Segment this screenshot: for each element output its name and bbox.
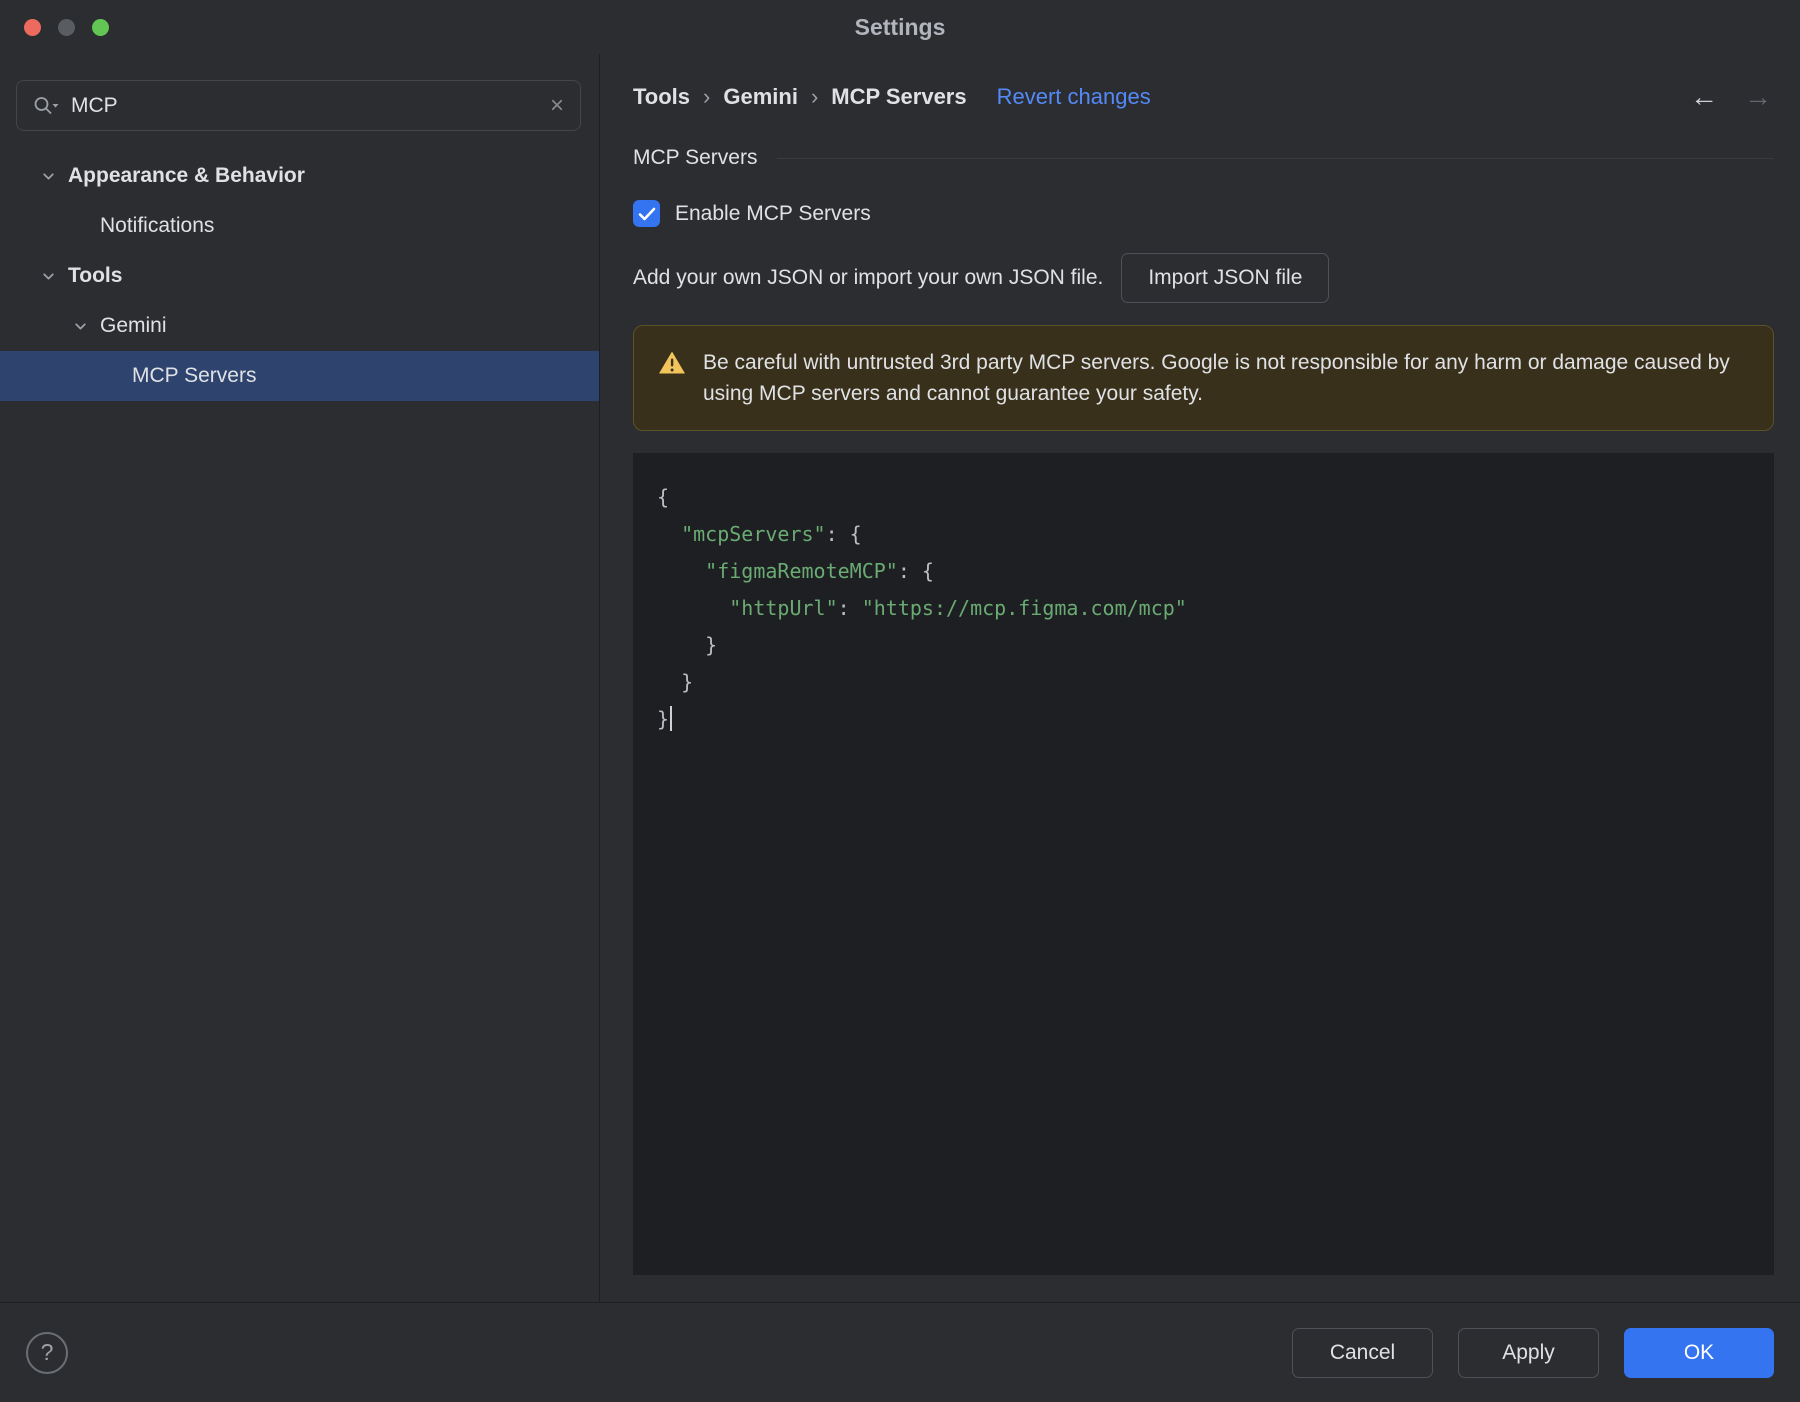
- warning-banner: Be careful with untrusted 3rd party MCP …: [633, 325, 1774, 431]
- code-line: }: [657, 701, 1750, 738]
- warning-text: Be careful with untrusted 3rd party MCP …: [703, 351, 1730, 405]
- add-json-row: Add your own JSON or import your own JSO…: [633, 253, 1774, 303]
- main-panel: Tools › Gemini › MCP Servers Revert changes …: [600, 54, 1800, 1302]
- breadcrumb-separator: ›: [810, 84, 819, 109]
- footer-bar: ? Cancel Apply OK: [0, 1302, 1800, 1402]
- settings-window: Settings × Appearance & Behavior Notifica…: [0, 0, 1800, 1402]
- search-input[interactable]: [71, 93, 538, 118]
- text-cursor: [670, 706, 673, 731]
- code-line: }: [657, 664, 1750, 701]
- code-token: "mcpServers": [681, 522, 826, 546]
- search-icon: [33, 96, 59, 116]
- code-token: :: [837, 596, 862, 620]
- section-header: MCP Servers: [633, 146, 1774, 170]
- zoom-button[interactable]: [92, 18, 109, 36]
- breadcrumb-row: Tools › Gemini › MCP Servers Revert changes …: [633, 80, 1774, 114]
- code-token: }: [657, 633, 718, 657]
- breadcrumb-item[interactable]: MCP Servers: [831, 84, 966, 110]
- enable-mcp-checkbox[interactable]: [633, 200, 660, 227]
- chevron-down-icon[interactable]: [72, 318, 100, 335]
- code-token: "httpUrl": [729, 596, 838, 620]
- code-token: "figmaRemoteMCP": [705, 559, 898, 583]
- search-field[interactable]: ×: [16, 80, 581, 131]
- title-bar: Settings: [0, 0, 1800, 54]
- window-controls: [24, 0, 109, 54]
- check-icon: [638, 207, 655, 220]
- code-token: : {: [825, 522, 862, 546]
- sidebar-item-label: Gemini: [100, 314, 167, 337]
- ok-button[interactable]: OK: [1624, 1327, 1774, 1378]
- code-token: {: [657, 485, 670, 509]
- history-nav: ← →: [1690, 80, 1772, 114]
- back-icon[interactable]: ←: [1690, 83, 1718, 111]
- code-token: }: [657, 707, 670, 731]
- sidebar-item-tools[interactable]: Tools: [0, 251, 599, 301]
- sidebar-item-mcp-servers[interactable]: MCP Servers: [0, 351, 599, 401]
- sidebar-item-label: Notifications: [100, 214, 215, 237]
- breadcrumb-item[interactable]: Tools: [633, 84, 690, 110]
- enable-mcp-row: Enable MCP Servers: [633, 200, 1774, 227]
- section-title: MCP Servers: [633, 146, 758, 169]
- revert-changes-link[interactable]: Revert changes: [997, 84, 1151, 110]
- add-json-text: Add your own JSON or import your own JSO…: [633, 266, 1104, 289]
- help-button[interactable]: ?: [26, 1331, 68, 1374]
- code-token: : {: [897, 559, 934, 583]
- code-line: }: [657, 627, 1750, 664]
- sidebar-item-appearance-behavior[interactable]: Appearance & Behavior: [0, 151, 599, 201]
- enable-mcp-label: Enable MCP Servers: [675, 201, 871, 225]
- breadcrumb-item[interactable]: Gemini: [723, 84, 798, 110]
- code-line: "figmaRemoteMCP": {: [657, 553, 1750, 590]
- minimize-button[interactable]: [58, 18, 75, 36]
- content-area: × Appearance & Behavior Notifications Tool…: [0, 54, 1800, 1302]
- import-json-button[interactable]: Import JSON file: [1121, 253, 1330, 303]
- forward-icon[interactable]: →: [1744, 83, 1772, 111]
- apply-button[interactable]: Apply: [1458, 1327, 1599, 1378]
- sidebar-item-label: MCP Servers: [132, 364, 257, 387]
- breadcrumb: Tools › Gemini › MCP Servers: [633, 84, 967, 110]
- code-line: "mcpServers": {: [657, 516, 1750, 553]
- footer-buttons: Cancel Apply OK: [1292, 1327, 1774, 1378]
- sidebar-item-label: Tools: [68, 264, 123, 287]
- close-button[interactable]: [24, 18, 41, 36]
- warning-icon: [658, 350, 686, 380]
- chevron-down-icon[interactable]: [40, 268, 68, 285]
- sidebar-item-notifications[interactable]: Notifications: [0, 201, 599, 251]
- clear-search-icon[interactable]: ×: [550, 93, 564, 118]
- cancel-button[interactable]: Cancel: [1292, 1327, 1433, 1378]
- code-token: }: [657, 670, 694, 694]
- sidebar-item-label: Appearance & Behavior: [68, 164, 305, 187]
- settings-sidebar: × Appearance & Behavior Notifications Tool…: [0, 54, 600, 1302]
- window-title: Settings: [854, 13, 946, 40]
- code-line: {: [657, 479, 1750, 516]
- chevron-down-icon[interactable]: [40, 168, 68, 185]
- breadcrumb-separator: ›: [703, 84, 711, 109]
- section-divider: [777, 157, 1774, 159]
- sidebar-item-gemini[interactable]: Gemini: [0, 301, 599, 351]
- settings-tree: Appearance & Behavior Notifications Tools G…: [0, 151, 599, 401]
- json-editor[interactable]: { "mcpServers": { "figmaRemoteMCP": { "h…: [633, 453, 1774, 1275]
- code-line: "httpUrl": "https://mcp.figma.com/mcp": [657, 590, 1750, 627]
- code-token: "https://mcp.figma.com/mcp": [861, 596, 1187, 620]
